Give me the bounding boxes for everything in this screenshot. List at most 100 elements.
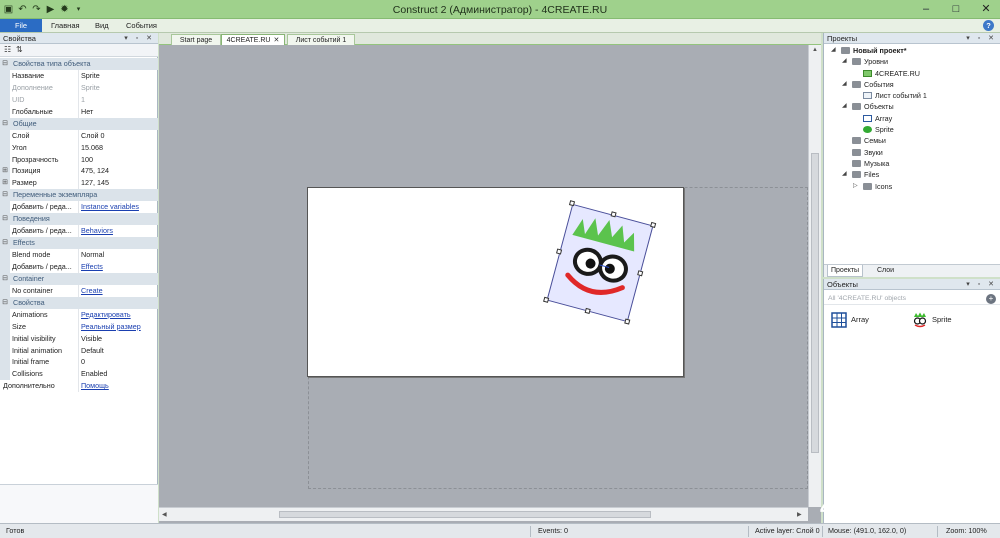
tree-expander-icon[interactable]: ◢ [842, 169, 847, 180]
property-value[interactable]: 1 [81, 94, 157, 106]
scrollbar-thumb[interactable] [811, 153, 819, 453]
property-value[interactable]: Sprite [81, 82, 157, 94]
minimize-button[interactable]: – [918, 2, 934, 16]
maximize-button[interactable]: □ [948, 2, 964, 16]
tab-layout[interactable]: 4CREATE.RU ✕ [221, 34, 285, 45]
tree-expander-icon[interactable]: ◢ [842, 79, 847, 90]
panel-pin-close-icons[interactable]: ▾ ▫ ✕ [124, 33, 155, 44]
help-icon[interactable]: ? [983, 20, 994, 31]
scroll-up-icon[interactable]: ▲ [812, 47, 818, 53]
property-row[interactable]: Слой Слой 0 [0, 129, 158, 142]
object-item-sprite[interactable]: Sprite [912, 311, 982, 329]
property-section[interactable]: ⊟ Свойства типа объекта [0, 58, 158, 70]
tab-event-sheet[interactable]: Лист событий 1 [287, 34, 355, 45]
expand-icon[interactable]: ⊞ [0, 165, 10, 178]
property-link[interactable]: Реальный размер [81, 321, 157, 333]
property-row[interactable]: Добавить / реда... Behaviors [0, 225, 158, 238]
tree-item[interactable]: Array [824, 113, 1000, 124]
menu-view[interactable]: Вид [95, 19, 109, 32]
property-row[interactable]: Blend mode Normal [0, 249, 158, 261]
tree-expander-icon[interactable]: ◢ [842, 56, 847, 67]
close-button[interactable]: ✕ [978, 2, 994, 16]
property-row[interactable]: Прозрачность 100 [0, 153, 158, 166]
property-row[interactable]: Добавить / реда... Instance variables [0, 201, 158, 214]
property-row[interactable]: Добавить / реда... Effects [0, 260, 158, 273]
menu-events[interactable]: События [126, 19, 157, 32]
panel-pin-close-icons[interactable]: ▾ ▫ ✕ [966, 279, 997, 290]
sort-alpha-icon[interactable]: ⇅ [16, 45, 23, 54]
tree-item[interactable]: Звуки [824, 147, 1000, 158]
tree-expander-icon[interactable]: ◢ [842, 101, 847, 112]
collapse-icon[interactable]: ⊟ [0, 117, 10, 130]
tab-close-icon[interactable]: ✕ [273, 37, 279, 44]
scroll-left-icon[interactable]: ◀ [162, 511, 167, 518]
tree-item[interactable]: ◢ Уровни [824, 56, 1000, 67]
collapse-icon[interactable]: ⊟ [0, 213, 10, 226]
property-section[interactable]: ⊟ Effects [0, 237, 158, 249]
property-row[interactable]: Initial frame 0 [0, 356, 158, 369]
property-section[interactable]: ⊟ Container [0, 272, 158, 285]
property-value[interactable]: 127, 145 [81, 177, 157, 189]
property-value[interactable]: 15.068 [81, 142, 157, 154]
property-row[interactable]: UID 1 [0, 93, 158, 106]
property-section[interactable]: ⊟ Свойства [0, 296, 158, 309]
property-row[interactable]: Initial animation Default [0, 344, 158, 357]
property-link[interactable]: Create [81, 285, 157, 297]
expand-icon[interactable]: ⊞ [0, 177, 10, 190]
tree-item[interactable]: ◢ События [824, 79, 1000, 90]
property-row[interactable]: ⊞ Позиция 475, 124 [0, 165, 158, 178]
property-value[interactable]: Default [81, 345, 157, 357]
tree-item[interactable]: ◢ Files [824, 169, 1000, 180]
property-section[interactable]: ⊟ Общие [0, 117, 158, 130]
tree-item[interactable]: 4CREATE.RU [824, 68, 1000, 79]
property-row[interactable]: Угол 15.068 [0, 141, 158, 154]
property-value[interactable]: 0 [81, 356, 157, 368]
tab-layers[interactable]: Слои [874, 265, 897, 277]
tree-expander-icon[interactable]: ▷ [853, 181, 858, 192]
collapse-icon[interactable]: ⊟ [0, 189, 10, 202]
property-row[interactable]: Initial visibility Visible [0, 332, 158, 345]
property-section[interactable]: ⊟ Поведения [0, 213, 158, 226]
property-link[interactable]: Редактировать [81, 309, 157, 321]
tree-item[interactable]: ◢ Новый проект* [824, 45, 1000, 56]
tree-item[interactable]: ▷ Icons [824, 181, 1000, 192]
menu-file[interactable]: File [0, 19, 42, 32]
property-section[interactable]: ⊟ Переменные экземпляра [0, 189, 158, 202]
tab-start-page[interactable]: Start page [171, 34, 221, 45]
property-value[interactable]: 475, 124 [81, 165, 157, 177]
tree-expander-icon[interactable]: ◢ [831, 45, 836, 56]
vertical-scrollbar[interactable]: ▲ [808, 45, 821, 507]
property-link[interactable]: Behaviors [81, 225, 157, 237]
tree-item[interactable]: ◢ Объекты [824, 101, 1000, 112]
property-row[interactable]: No container Create [0, 284, 158, 297]
property-link[interactable]: Помощь [81, 380, 157, 392]
collapse-icon[interactable]: ⊟ [0, 272, 10, 285]
categorized-icon[interactable]: ☷ [4, 45, 11, 54]
property-row[interactable]: Дополнительно Помощь [0, 380, 158, 393]
property-value[interactable]: Normal [81, 249, 157, 261]
property-row[interactable]: Animations Редактировать [0, 308, 158, 321]
collapse-icon[interactable]: ⊟ [0, 237, 10, 249]
scrollbar-thumb[interactable] [279, 511, 651, 518]
tree-item[interactable]: Семьи [824, 135, 1000, 146]
property-row[interactable]: ⊞ Размер 127, 145 [0, 177, 158, 190]
collapse-icon[interactable]: ⊟ [0, 296, 10, 309]
property-value[interactable]: 100 [81, 154, 157, 166]
object-item-array[interactable]: Array [831, 311, 901, 329]
property-row[interactable]: Дополнение Sprite [0, 81, 158, 94]
panel-pin-close-icons[interactable]: ▾ ▫ ✕ [966, 33, 997, 44]
property-value[interactable]: Нет [81, 106, 157, 118]
property-value[interactable]: Visible [81, 333, 157, 345]
tab-projects[interactable]: Проекты [827, 265, 864, 277]
property-row[interactable]: Название Sprite [0, 69, 158, 82]
horizontal-scrollbar[interactable]: ◀ ▶ [159, 507, 808, 521]
property-value[interactable]: Enabled [81, 368, 157, 380]
property-value[interactable]: Sprite [81, 70, 157, 82]
scroll-right-icon[interactable]: ▶ [797, 511, 802, 518]
tree-item[interactable]: Музыка [824, 158, 1000, 169]
property-row[interactable]: Size Реальный размер [0, 320, 158, 333]
tree-item[interactable]: Лист событий 1 [824, 90, 1000, 101]
property-link[interactable]: Effects [81, 261, 157, 273]
tree-item[interactable]: Sprite [824, 124, 1000, 135]
property-value[interactable]: Слой 0 [81, 130, 157, 142]
